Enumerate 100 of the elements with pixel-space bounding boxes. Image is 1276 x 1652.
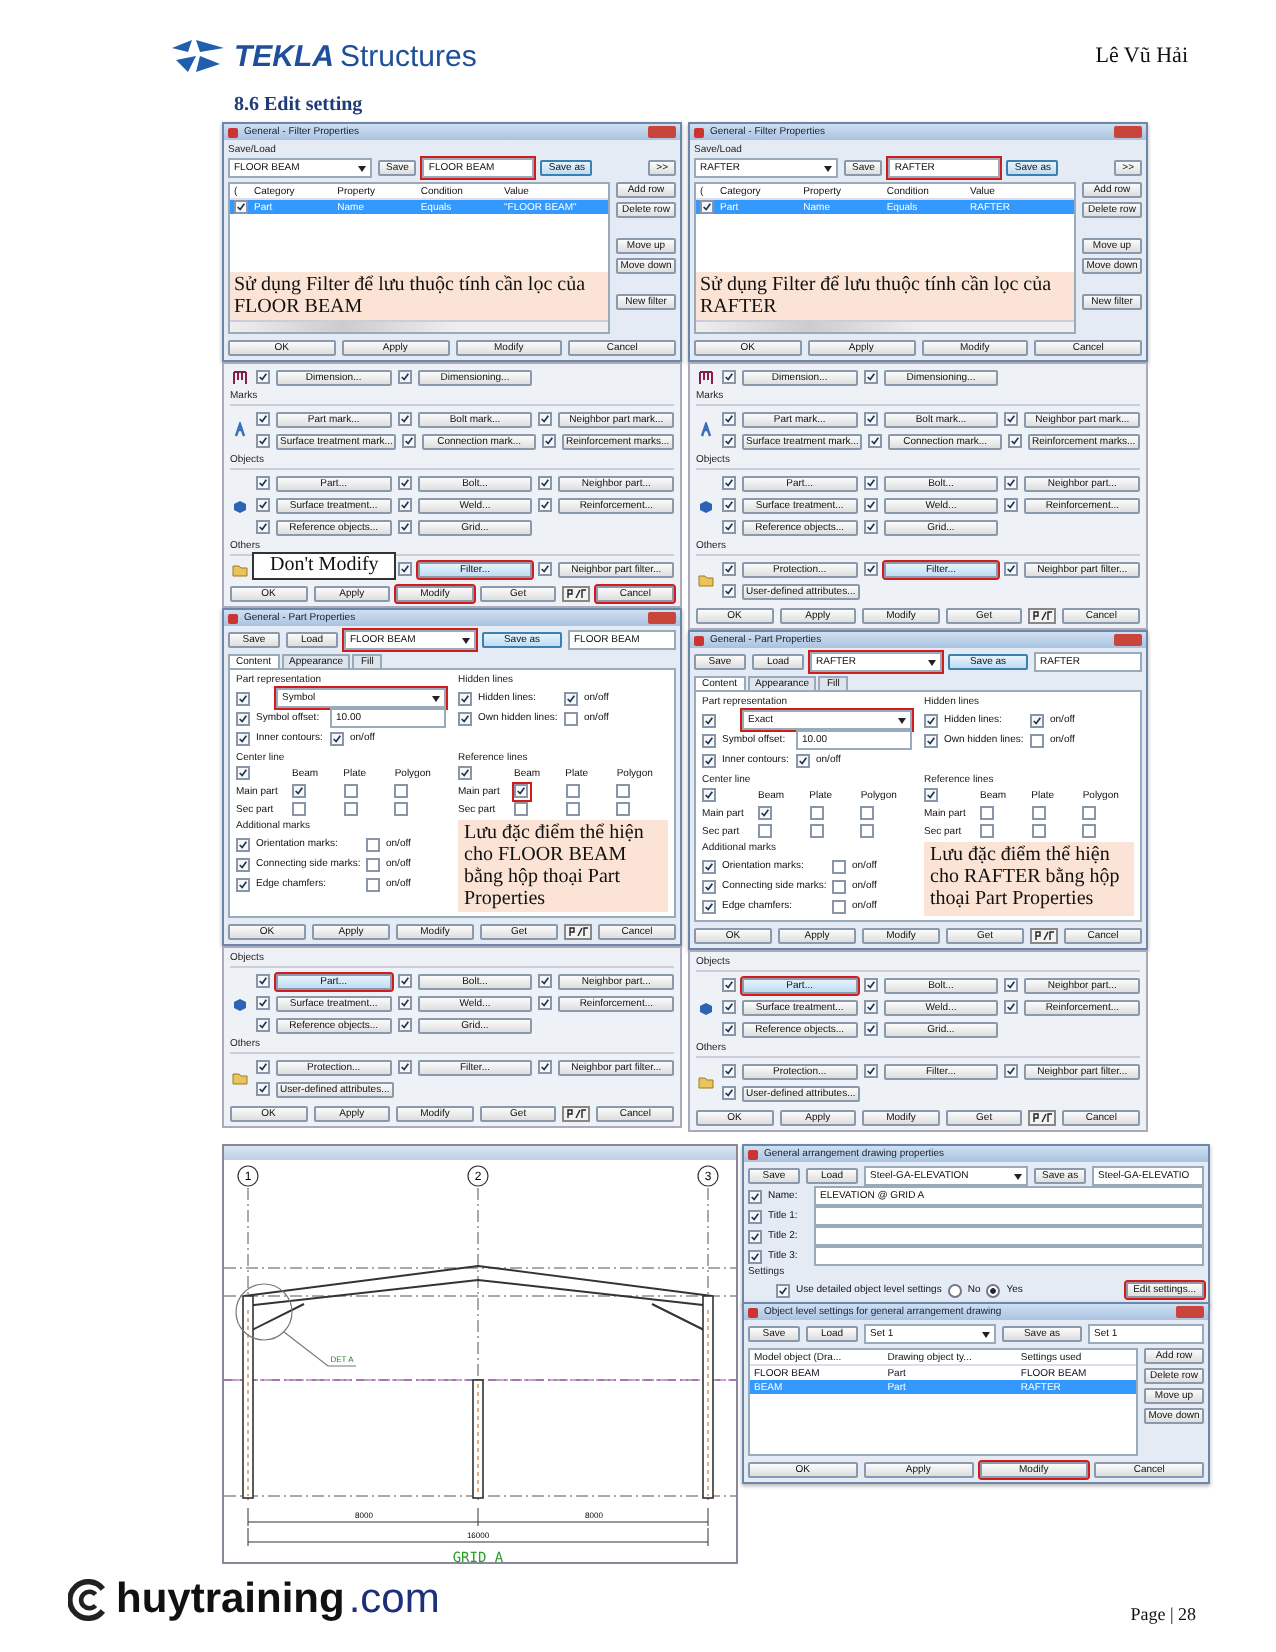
checkbox[interactable]: [397, 974, 412, 988]
checkbox[interactable]: [863, 1000, 878, 1014]
toggle-icon[interactable]: [1028, 1110, 1057, 1126]
toggle-icon[interactable]: [1030, 928, 1058, 944]
checkbox[interactable]: [863, 1022, 878, 1036]
checkbox[interactable]: [397, 1018, 412, 1032]
checkbox[interactable]: [538, 1060, 553, 1074]
text-field[interactable]: [814, 1226, 1204, 1246]
checkbox[interactable]: [748, 1209, 762, 1223]
checkbox[interactable]: [1004, 498, 1019, 512]
checkbox[interactable]: [538, 476, 553, 490]
checkbox[interactable]: [722, 498, 736, 512]
text-field[interactable]: [814, 1246, 1204, 1266]
checkbox[interactable]: [565, 802, 580, 816]
toggle-icon[interactable]: [562, 586, 591, 602]
checkbox[interactable]: [863, 1064, 878, 1078]
checkbox[interactable]: [366, 857, 380, 871]
checkbox[interactable]: [722, 1000, 736, 1014]
checkbox[interactable]: [397, 996, 412, 1010]
checkbox[interactable]: [538, 498, 553, 512]
checkbox[interactable]: [809, 806, 824, 820]
checkbox[interactable]: [702, 879, 716, 893]
checkbox[interactable]: [722, 476, 736, 490]
checkbox[interactable]: [758, 824, 772, 838]
checkbox[interactable]: [394, 802, 409, 816]
checkbox[interactable]: [924, 788, 938, 802]
checkbox[interactable]: [292, 784, 306, 798]
checkbox[interactable]: [722, 520, 736, 534]
checkbox[interactable]: [722, 370, 736, 384]
checkbox[interactable]: [256, 412, 270, 426]
checkbox[interactable]: [1004, 978, 1019, 992]
checkbox[interactable]: [256, 1018, 270, 1032]
checkbox[interactable]: [256, 1060, 270, 1074]
toggle-icon[interactable]: [562, 1106, 591, 1122]
checkbox[interactable]: [702, 899, 716, 913]
checkbox[interactable]: [538, 974, 553, 988]
checkbox[interactable]: [860, 824, 875, 838]
checkbox[interactable]: [832, 879, 846, 893]
checkbox[interactable]: [1082, 806, 1097, 820]
checkbox[interactable]: [397, 1060, 412, 1074]
toggle-icon[interactable]: [1028, 608, 1057, 624]
checkbox[interactable]: [1031, 806, 1046, 820]
checkbox[interactable]: [256, 520, 270, 534]
checkbox[interactable]: [256, 996, 270, 1010]
checkbox[interactable]: [256, 498, 270, 512]
checkbox[interactable]: [256, 370, 270, 384]
checkbox[interactable]: [722, 1086, 736, 1100]
checkbox[interactable]: [702, 733, 716, 747]
checkbox[interactable]: [702, 859, 716, 873]
checkbox[interactable]: [832, 859, 846, 873]
checkbox[interactable]: [236, 691, 250, 705]
checkbox[interactable]: [458, 691, 472, 705]
checkbox[interactable]: [330, 731, 344, 745]
checkbox[interactable]: [863, 412, 878, 426]
checkbox[interactable]: [748, 1229, 762, 1243]
checkbox[interactable]: [748, 1189, 762, 1203]
scrollbar[interactable]: [696, 320, 1074, 332]
checkbox[interactable]: [397, 370, 412, 384]
toggle-icon[interactable]: [564, 924, 592, 940]
checkbox[interactable]: [809, 824, 824, 838]
checkbox[interactable]: [236, 837, 250, 851]
checkbox[interactable]: [292, 802, 306, 816]
checkbox[interactable]: [256, 1082, 270, 1096]
checkbox[interactable]: [397, 412, 412, 426]
checkbox[interactable]: [366, 837, 380, 851]
checkbox[interactable]: [863, 498, 878, 512]
checkbox[interactable]: [1004, 562, 1019, 576]
checkbox[interactable]: [700, 200, 714, 214]
checkbox[interactable]: [863, 476, 878, 490]
checkbox[interactable]: [722, 584, 736, 598]
checkbox[interactable]: [236, 857, 250, 871]
checkbox[interactable]: [722, 412, 736, 426]
checkbox[interactable]: [702, 788, 716, 802]
checkbox[interactable]: [394, 784, 409, 798]
checkbox[interactable]: [860, 806, 875, 820]
checkbox[interactable]: [256, 974, 270, 988]
checkbox[interactable]: [343, 802, 358, 816]
checkbox[interactable]: [256, 476, 270, 490]
checkbox[interactable]: [1031, 824, 1046, 838]
checkbox[interactable]: [924, 713, 938, 727]
checkbox[interactable]: [1004, 1000, 1019, 1014]
checkbox[interactable]: [1007, 434, 1022, 448]
checkbox[interactable]: [722, 1022, 736, 1036]
checkbox[interactable]: [832, 899, 846, 913]
checkbox[interactable]: [514, 802, 528, 816]
checkbox[interactable]: [776, 1283, 790, 1297]
checkbox[interactable]: [702, 713, 716, 727]
checkbox[interactable]: [458, 766, 472, 780]
checkbox[interactable]: [796, 753, 810, 767]
checkbox[interactable]: [863, 978, 878, 992]
checkbox[interactable]: [863, 520, 878, 534]
text-field[interactable]: [814, 1206, 1204, 1226]
checkbox[interactable]: [397, 520, 412, 534]
checkbox[interactable]: [564, 711, 578, 725]
checkbox[interactable]: [458, 711, 472, 725]
checkbox[interactable]: [343, 784, 358, 798]
checkbox[interactable]: [397, 562, 412, 576]
checkbox[interactable]: [1030, 733, 1044, 747]
checkbox[interactable]: [236, 711, 250, 725]
checkbox[interactable]: [722, 1064, 736, 1078]
